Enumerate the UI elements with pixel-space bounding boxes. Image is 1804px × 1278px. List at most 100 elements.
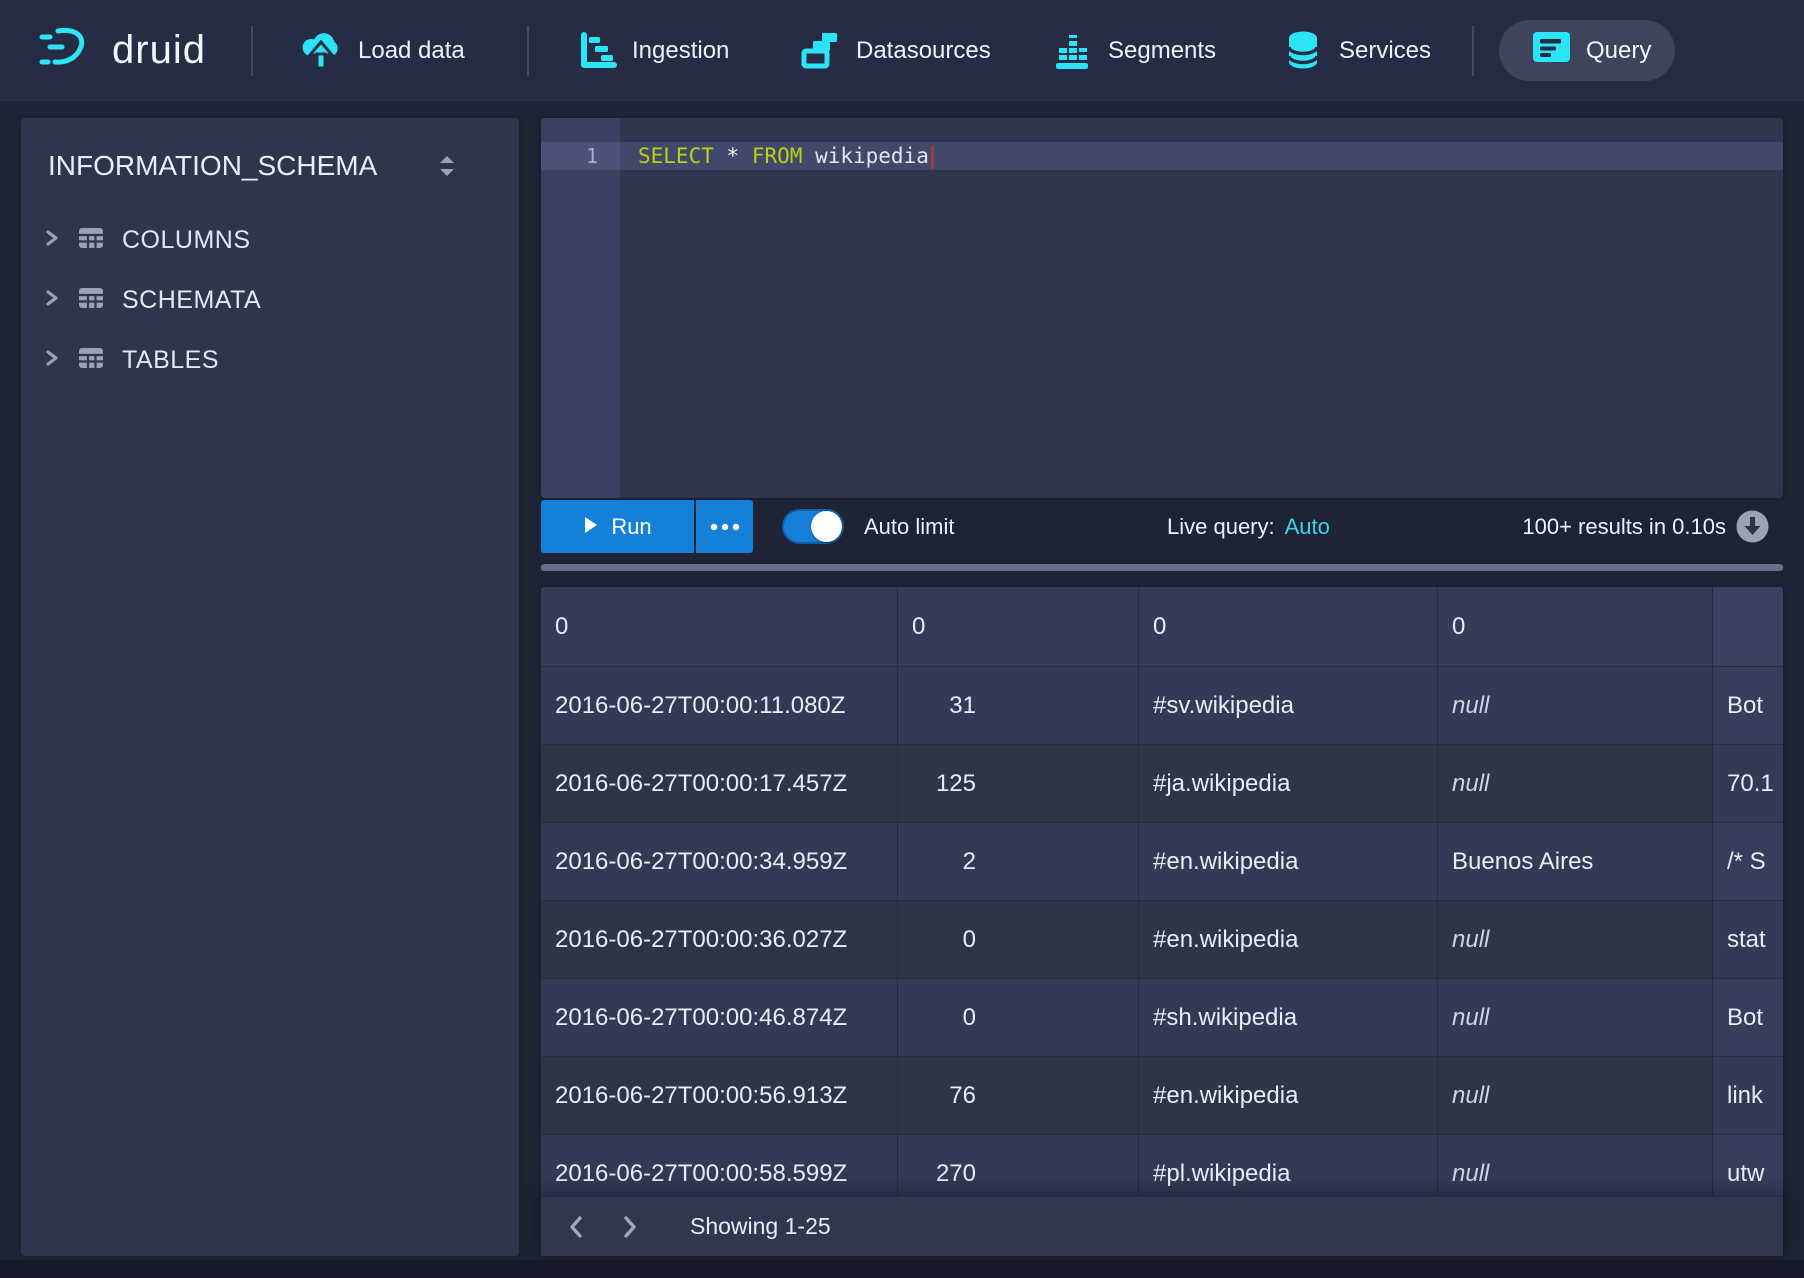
cell-channel: #ja.wikipedia <box>1139 745 1438 823</box>
results-table: 0000 2016-06-27T00:00:11.080Z 31 #sv.wik… <box>541 587 1783 1256</box>
editor-gutter <box>541 118 620 498</box>
cell-added: 76 <box>898 1057 1139 1135</box>
line-number: 1 <box>541 142 620 170</box>
schema-item-label: SCHEMATA <box>122 286 261 315</box>
cell-comment: /* S <box>1713 823 1783 901</box>
schema-header: INFORMATION_SCHEMA <box>21 118 519 210</box>
results-info: 100+ results in 0.10s <box>1522 500 1726 553</box>
auto-limit-toggle[interactable] <box>782 509 844 544</box>
nav-item-services[interactable]: Services <box>1281 0 1431 101</box>
sql-keyword: SELECT <box>638 144 714 168</box>
nav-item-segments[interactable]: Segments <box>1050 0 1216 101</box>
table-row[interactable]: 2016-06-27T00:00:46.874Z 0 #sh.wikipedia… <box>541 979 1783 1057</box>
editor-active-line: 1 SELECT * FROM wikipedia <box>541 142 1783 170</box>
schema-item-label: COLUMNS <box>122 226 251 255</box>
schema-tree-item[interactable]: TABLES <box>21 330 519 390</box>
sql-identifier: wikipedia <box>815 144 929 168</box>
auto-limit-label: Auto limit <box>864 500 954 553</box>
sql-editor[interactable]: 1 SELECT * FROM wikipedia <box>541 118 1783 498</box>
run-more-button[interactable] <box>696 500 753 553</box>
cell-comment: Bot <box>1713 979 1783 1057</box>
schema-tree-item[interactable]: COLUMNS <box>21 210 519 270</box>
top-nav: druid Load data <box>0 0 1804 101</box>
column-header[interactable]: 0 <box>541 587 898 667</box>
run-button[interactable]: Run <box>541 500 694 553</box>
cell-cityname: null <box>1438 901 1713 979</box>
window-bottom-edge <box>0 1260 1804 1278</box>
column-header[interactable]: 0 <box>898 587 1139 667</box>
schema-item-label: TABLES <box>122 346 219 375</box>
cell-time: 2016-06-27T00:00:56.913Z <box>541 1057 898 1135</box>
cell-added: 0 <box>898 901 1139 979</box>
nav-divider <box>527 26 529 76</box>
table-row[interactable]: 2016-06-27T00:00:56.913Z 76 #en.wikipedi… <box>541 1057 1783 1135</box>
cell-cityname: null <box>1438 979 1713 1057</box>
cell-added: 125 <box>898 745 1139 823</box>
schema-title: INFORMATION_SCHEMA <box>48 150 377 182</box>
cell-time: 2016-06-27T00:00:17.457Z <box>541 745 898 823</box>
live-query-value[interactable]: Auto <box>1285 514 1330 539</box>
upload-cloud-icon <box>298 28 344 74</box>
cell-cityname: null <box>1438 1057 1713 1135</box>
bar-chart-icon <box>1050 29 1094 73</box>
table-grid-icon <box>77 284 105 317</box>
cell-channel: #en.wikipedia <box>1139 901 1438 979</box>
nav-item-label: Load data <box>358 37 465 65</box>
gantt-chart-icon <box>576 29 618 73</box>
column-header[interactable]: 0 <box>1438 587 1713 667</box>
cell-time: 2016-06-27T00:00:46.874Z <box>541 979 898 1057</box>
sql-text: SELECT * FROM wikipedia <box>620 142 934 170</box>
live-query-label: Live query: <box>1167 514 1275 539</box>
cell-comment: stat <box>1713 901 1783 979</box>
pagination-footer: Showing 1-25 <box>541 1196 1783 1256</box>
nav-item-label: Services <box>1339 37 1431 65</box>
table-header-row: 0000 <box>541 587 1783 667</box>
text-cursor <box>931 146 934 169</box>
cell-cityname: Buenos Aires <box>1438 823 1713 901</box>
cell-cityname: null <box>1438 667 1713 745</box>
more-dots-icon <box>710 519 740 534</box>
live-query: Live query: Auto <box>1167 500 1330 553</box>
druid-logo[interactable]: druid <box>38 0 206 101</box>
cell-comment: Bot <box>1713 667 1783 745</box>
nav-item-query-active[interactable]: Query <box>1499 20 1675 81</box>
column-header[interactable] <box>1713 587 1783 667</box>
nav-item-label: Query <box>1586 37 1651 65</box>
download-button[interactable] <box>1736 510 1769 543</box>
next-page-button[interactable] <box>610 1207 650 1247</box>
showing-label: Showing 1-25 <box>690 1213 831 1240</box>
chevron-right-icon <box>44 349 60 372</box>
table-row[interactable]: 2016-06-27T00:00:11.080Z 31 #sv.wikipedi… <box>541 667 1783 745</box>
database-icon <box>1281 28 1325 74</box>
nav-item-label: Segments <box>1108 37 1216 65</box>
play-icon <box>583 514 598 540</box>
table-row[interactable]: 2016-06-27T00:00:34.959Z 2 #en.wikipedia… <box>541 823 1783 901</box>
console-icon <box>1529 25 1573 76</box>
stacked-rectangles-icon <box>798 29 842 73</box>
nav-item-ingestion[interactable]: Ingestion <box>576 0 729 101</box>
double-caret-vertical-icon[interactable] <box>437 154 457 183</box>
cell-comment: link <box>1713 1057 1783 1135</box>
table-grid-icon <box>77 344 105 377</box>
schema-tree-item[interactable]: SCHEMATA <box>21 270 519 330</box>
nav-item-label: Datasources <box>856 37 991 65</box>
table-row[interactable]: 2016-06-27T00:00:17.457Z 125 #ja.wikiped… <box>541 745 1783 823</box>
cell-cityname: null <box>1438 745 1713 823</box>
cell-channel: #sv.wikipedia <box>1139 667 1438 745</box>
druid-logo-text: druid <box>112 28 206 73</box>
column-header[interactable]: 0 <box>1139 587 1438 667</box>
table-body: 2016-06-27T00:00:11.080Z 31 #sv.wikipedi… <box>541 667 1783 1213</box>
cell-time: 2016-06-27T00:00:36.027Z <box>541 901 898 979</box>
sql-keyword: FROM <box>752 144 803 168</box>
cell-added: 31 <box>898 667 1139 745</box>
nav-item-load-data[interactable]: Load data <box>298 0 465 101</box>
nav-divider <box>1472 26 1474 76</box>
table-row[interactable]: 2016-06-27T00:00:36.027Z 0 #en.wikipedia… <box>541 901 1783 979</box>
schema-list: COLUMNS <box>21 210 519 390</box>
nav-divider <box>251 26 253 76</box>
cell-added: 0 <box>898 979 1139 1057</box>
druid-logo-icon <box>38 25 96 76</box>
nav-item-datasources[interactable]: Datasources <box>798 0 991 101</box>
panel-splitter[interactable] <box>541 564 1783 571</box>
prev-page-button[interactable] <box>556 1207 596 1247</box>
